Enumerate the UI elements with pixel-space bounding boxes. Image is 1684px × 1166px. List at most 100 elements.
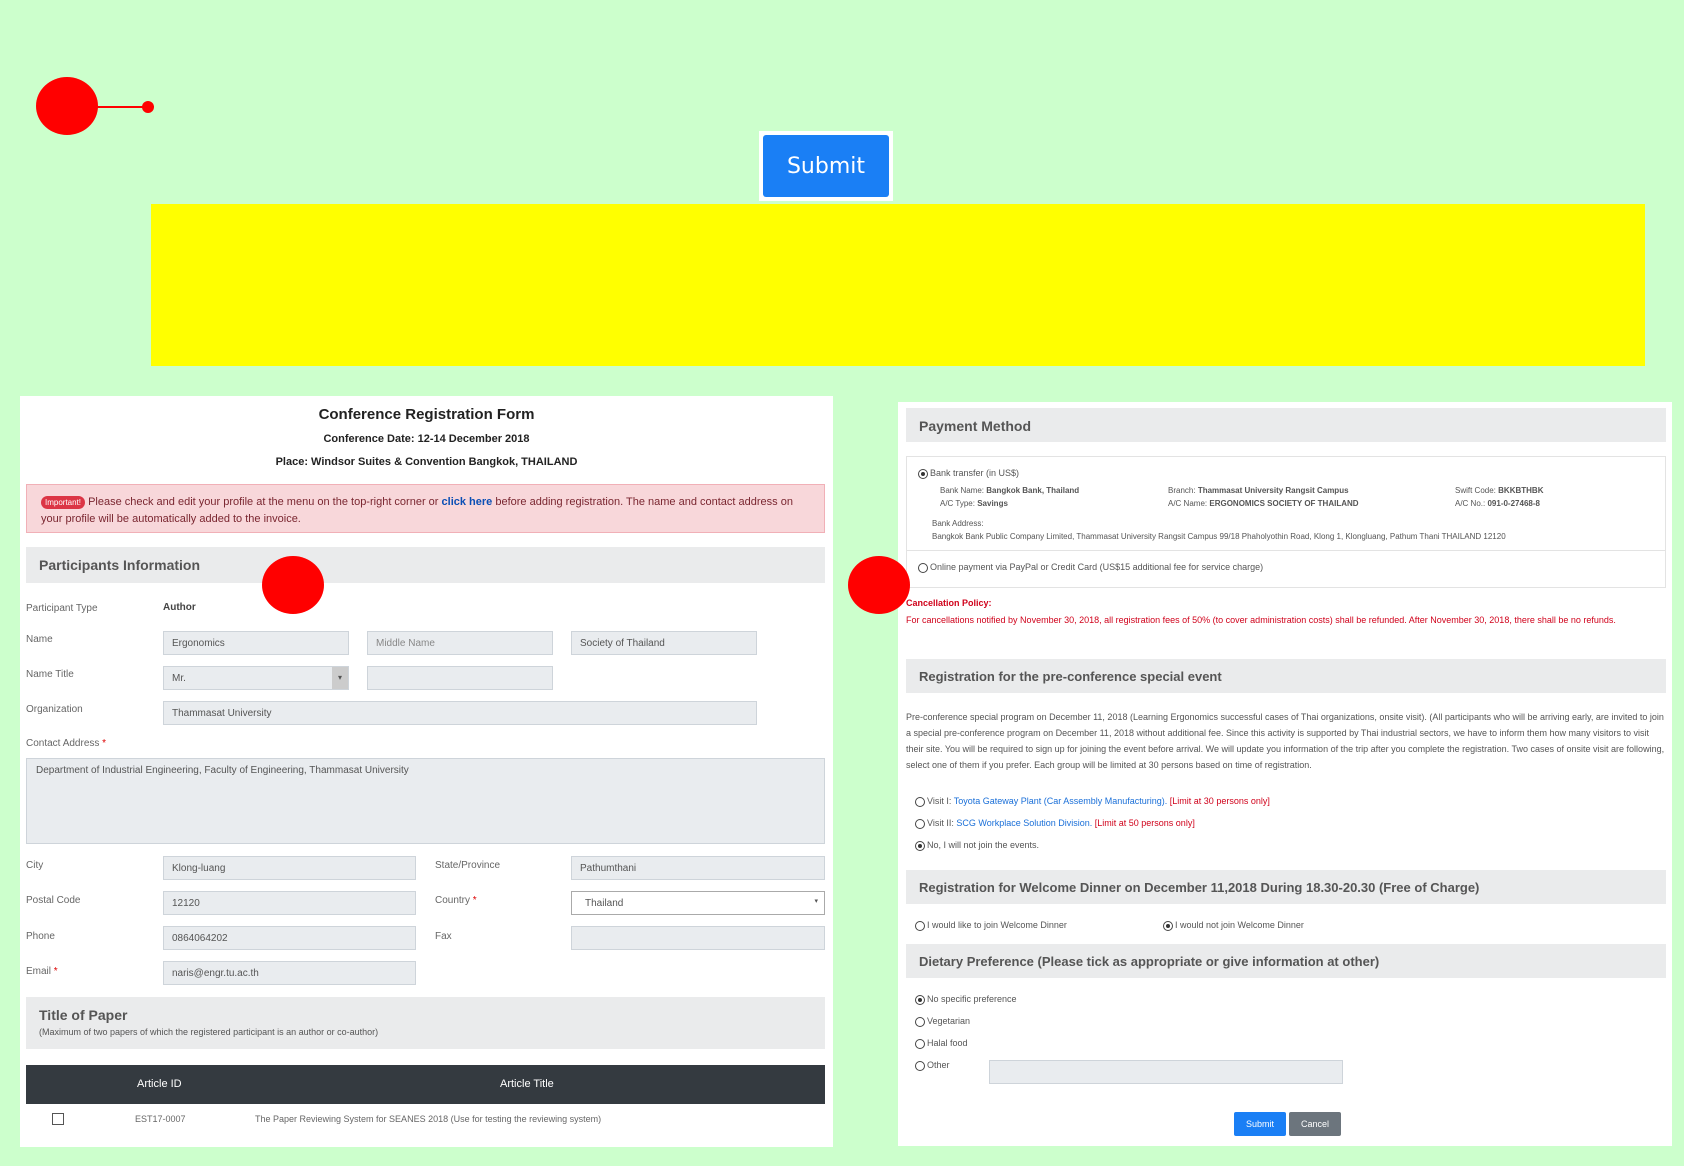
- middle-name-input[interactable]: Middle Name: [367, 631, 553, 655]
- visit-2-option[interactable]: Visit II: SCG Workplace Solution Divisio…: [915, 818, 1195, 829]
- dietary-option-other[interactable]: Other: [915, 1060, 950, 1071]
- article-title: The Paper Reviewing System for SEANES 20…: [255, 1114, 602, 1124]
- participants-heading: Participants Information: [26, 547, 825, 583]
- city-input[interactable]: Klong-luang: [163, 856, 416, 880]
- annotation-line: [95, 106, 145, 108]
- email-input[interactable]: naris@engr.tu.ac.th: [163, 961, 416, 985]
- country-label: Country *: [435, 895, 477, 906]
- dinner-heading: Registration for Welcome Dinner on Decem…: [906, 870, 1666, 904]
- contact-address-textarea[interactable]: Department of Industrial Engineering, Fa…: [26, 758, 825, 844]
- payment-panel: Payment Method Bank transfer (in US$) Ba…: [898, 402, 1672, 1146]
- cancellation-title: Cancellation Policy:: [906, 598, 992, 608]
- account-type: A/C Type: Savings: [940, 499, 1008, 508]
- article-id: EST17-0007: [135, 1114, 186, 1124]
- dinner-yes-option[interactable]: I would like to join Welcome Dinner: [915, 920, 1067, 931]
- contact-address-label: Contact Address *: [26, 738, 107, 749]
- dinner-no-option[interactable]: I would not join Welcome Dinner: [1163, 920, 1304, 931]
- conference-date: Conference Date: 12-14 December 2018: [323, 433, 530, 445]
- alert-text-before: Please check and edit your profile at th…: [88, 496, 439, 508]
- participant-type-value: Author: [163, 602, 196, 613]
- article-table-header: Article ID Article Title: [26, 1065, 825, 1104]
- visit-2-radio[interactable]: [915, 818, 925, 829]
- bank-address-label: Bank Address:: [932, 519, 984, 528]
- annotation-marker: [848, 556, 910, 614]
- dinner-no-radio[interactable]: [1163, 920, 1173, 931]
- dietary-vegetarian-radio[interactable]: [915, 1016, 925, 1027]
- account-number: A/C No.: 091-0-27468-8: [1455, 499, 1540, 508]
- account-name: A/C Name: ERGONOMICS SOCIETY OF THAILAND: [1168, 499, 1359, 508]
- bank-transfer-option[interactable]: Bank transfer (in US$): [918, 468, 1019, 479]
- online-payment-radio[interactable]: [918, 562, 928, 573]
- email-label: Email *: [26, 966, 58, 977]
- annotation-marker: [36, 77, 98, 135]
- bank-transfer-radio[interactable]: [918, 468, 928, 479]
- swift-code: Swift Code: BKKBTHBK: [1455, 486, 1544, 495]
- form-submit-button[interactable]: Submit: [1234, 1112, 1286, 1136]
- last-name-input[interactable]: Society of Thailand: [571, 631, 757, 655]
- fax-label: Fax: [435, 931, 452, 942]
- profile-link[interactable]: click here: [442, 496, 493, 508]
- annotation-pin-end: [142, 101, 154, 113]
- paper-heading-section: Title of Paper (Maximum of two papers of…: [26, 997, 825, 1049]
- organization-input[interactable]: Thammasat University: [163, 701, 757, 725]
- fax-input[interactable]: [571, 926, 825, 950]
- article-id-header: Article ID: [137, 1078, 182, 1090]
- name-label: Name: [26, 634, 53, 645]
- first-name-input[interactable]: Ergonomics: [163, 631, 349, 655]
- no-visit-radio[interactable]: [915, 840, 925, 851]
- phone-input[interactable]: 0864064202: [163, 926, 416, 950]
- article-checkbox[interactable]: [52, 1113, 64, 1125]
- form-cancel-button[interactable]: Cancel: [1289, 1112, 1341, 1136]
- no-visit-option[interactable]: No, I will not join the events.: [915, 840, 1039, 851]
- postal-code-input[interactable]: 12120: [163, 891, 416, 915]
- important-badge: Important!: [41, 496, 86, 509]
- highlight-box: [151, 204, 1645, 366]
- visit-1-option[interactable]: Visit I: Toyota Gateway Plant (Car Assem…: [915, 796, 1270, 807]
- dietary-none-radio[interactable]: [915, 994, 925, 1005]
- phone-label: Phone: [26, 931, 55, 942]
- bank-name: Bank Name: Bangkok Bank, Thailand: [940, 486, 1080, 495]
- dietary-halal-radio[interactable]: [915, 1038, 925, 1049]
- visit-1-link[interactable]: Toyota Gateway Plant (Car Assembly Manuf…: [954, 796, 1168, 806]
- name-title-label: Name Title: [26, 669, 74, 680]
- country-value: Thailand: [585, 898, 624, 909]
- registration-form-panel: Conference Registration Form Conference …: [20, 396, 833, 1147]
- organization-label: Organization: [26, 704, 83, 715]
- article-title-header: Article Title: [500, 1078, 554, 1090]
- chevron-down-icon: ▾: [814, 898, 818, 905]
- divider: [906, 550, 1666, 551]
- cancellation-text: For cancellations notified by November 3…: [906, 615, 1616, 625]
- bank-address: Bangkok Bank Public Company Limited, Tha…: [932, 532, 1506, 541]
- paper-note: (Maximum of two papers of which the regi…: [39, 1027, 379, 1037]
- important-alert: Important! Please check and edit your pr…: [26, 484, 825, 533]
- name-title-select[interactable]: Mr. ▾: [163, 666, 349, 690]
- annotation-marker: [262, 556, 324, 614]
- online-payment-option[interactable]: Online payment via PayPal or Credit Card…: [918, 562, 1263, 573]
- pre-event-description: Pre-conference special program on Decemb…: [906, 712, 1665, 770]
- paper-heading: Title of Paper: [39, 1007, 128, 1023]
- visit-2-link[interactable]: SCG Workplace Solution Division.: [956, 818, 1092, 828]
- submit-button-large[interactable]: Submit: [763, 135, 889, 197]
- conference-place: Place: Windsor Suites & Convention Bangk…: [275, 456, 578, 468]
- postal-code-label: Postal Code: [26, 895, 81, 906]
- bank-branch: Branch: Thammasat University Rangsit Cam…: [1168, 486, 1349, 495]
- dinner-yes-radio[interactable]: [915, 920, 925, 931]
- payment-heading: Payment Method: [906, 408, 1666, 442]
- dietary-option-halal[interactable]: Halal food: [915, 1038, 968, 1049]
- participant-type-label: Participant Type: [26, 603, 98, 614]
- city-label: City: [26, 860, 44, 871]
- name-title-value: Mr.: [172, 673, 186, 684]
- chevron-down-icon: ▾: [332, 667, 348, 689]
- dietary-option-none[interactable]: No specific preference: [915, 994, 1017, 1005]
- dietary-heading: Dietary Preference (Please tick as appro…: [906, 944, 1666, 978]
- country-select[interactable]: Thailand ▾: [571, 891, 825, 915]
- state-input[interactable]: Pathumthani: [571, 856, 825, 880]
- dietary-option-vegetarian[interactable]: Vegetarian: [915, 1016, 970, 1027]
- name-title-other-input[interactable]: [367, 666, 553, 690]
- dietary-other-radio[interactable]: [915, 1060, 925, 1071]
- submit-button-highlight: Submit: [759, 131, 893, 201]
- pre-event-heading: Registration for the pre-conference spec…: [906, 659, 1666, 693]
- form-title: Conference Registration Form: [318, 406, 535, 423]
- dietary-other-input[interactable]: [989, 1060, 1343, 1084]
- visit-1-radio[interactable]: [915, 796, 925, 807]
